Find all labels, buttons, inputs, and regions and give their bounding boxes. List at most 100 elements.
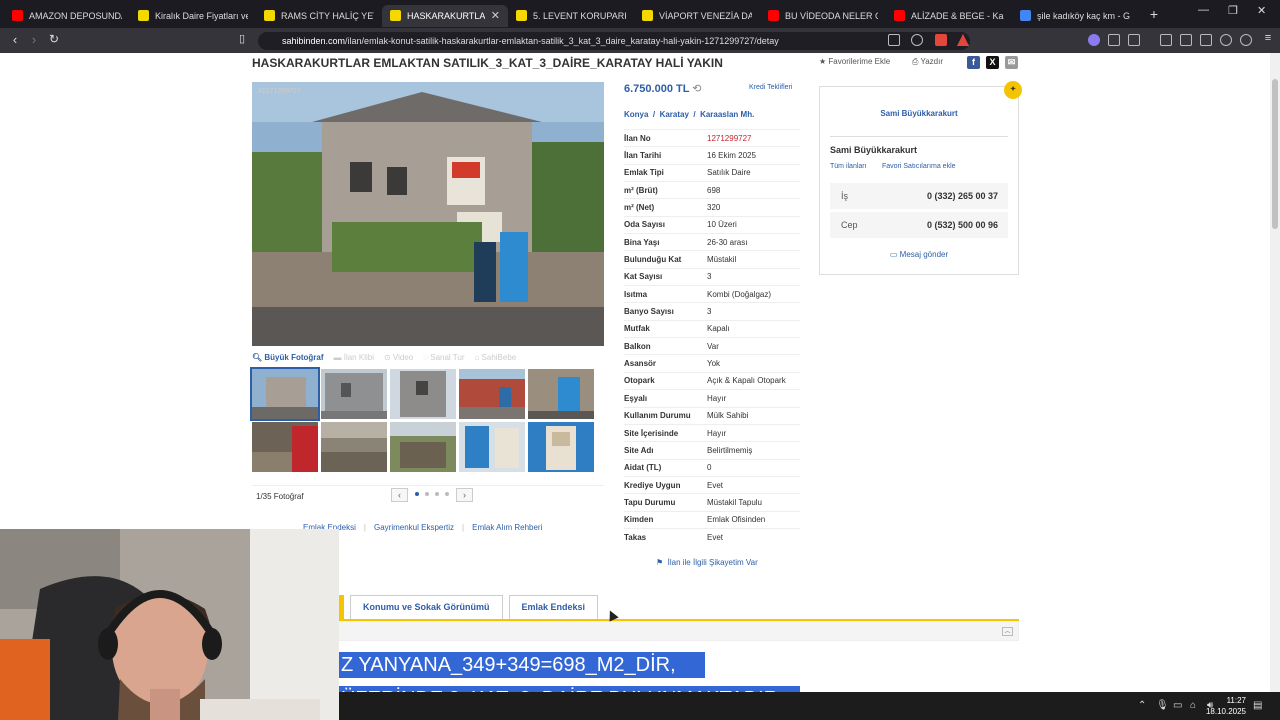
facebook-icon[interactable]: f: [967, 56, 980, 69]
tab-title: AMAZON DEPOSUNDA: [29, 10, 122, 21]
main-photo[interactable]: #1271299727: [252, 82, 604, 346]
browser-tab[interactable]: Kiralık Daire Fiyatları ve Ki: [130, 5, 256, 27]
property-row: İlan Tarihi 16 Ekim 2025: [624, 146, 800, 163]
reload-icon[interactable]: ↻: [44, 32, 64, 46]
notifications-icon[interactable]: ▤: [1253, 700, 1262, 711]
virtual-tour-tab[interactable]: ◌ Sanal Tur: [423, 353, 464, 362]
thumbnail[interactable]: [252, 422, 318, 472]
next-photo-button[interactable]: ›: [456, 488, 473, 502]
scrollbar-thumb[interactable]: [1272, 79, 1278, 229]
mic-icon[interactable]: 🎙︎: [1156, 700, 1169, 711]
prev-photo-button[interactable]: ‹: [391, 488, 408, 502]
link-gayrimenkul-ekspertiz[interactable]: Gayrimenkul Ekspertiz: [374, 523, 454, 532]
browser-tab[interactable]: RAMS CİTY HALİÇ YETKİLİ: [256, 5, 382, 27]
bookmark-icon[interactable]: ▯: [232, 32, 252, 45]
property-row: Otopark Açık & Kapalı Otopark: [624, 371, 800, 389]
favicon-icon: [12, 10, 23, 21]
location-city[interactable]: Konya: [624, 110, 648, 119]
network-icon[interactable]: ⌂: [1190, 700, 1196, 711]
browser-tab[interactable]: 5. LEVENT KORUPARK 1+: [508, 5, 634, 27]
close-window-button[interactable]: ✕: [1257, 4, 1266, 17]
favicon-icon: [642, 10, 653, 21]
video-tab[interactable]: ⊙ Video: [384, 353, 413, 362]
reader-icon[interactable]: [888, 34, 900, 46]
ai-icon[interactable]: [1220, 34, 1232, 46]
location-neighborhood[interactable]: Karaaslan Mh.: [700, 110, 754, 119]
sahibinden-tab[interactable]: ⌂ SahiBebe: [474, 353, 516, 362]
property-row: Emlak Tipi Satılık Daire: [624, 163, 800, 181]
thumbnail[interactable]: [250, 367, 320, 421]
thumbnail[interactable]: [390, 422, 456, 472]
vpn-icon[interactable]: [1240, 34, 1252, 46]
sidebar-icon[interactable]: [1180, 34, 1192, 46]
link-emlak-alim-rehberi[interactable]: Emlak Alım Rehberi: [472, 523, 542, 532]
thumbnail[interactable]: [528, 422, 594, 472]
tab-location-street-view[interactable]: Konumu ve Sokak Görünümü: [350, 595, 503, 619]
credit-offers-link[interactable]: Kredi Teklifleri: [749, 84, 792, 91]
thumbnail[interactable]: [321, 422, 387, 472]
browser-tab[interactable]: AMAZON DEPOSUNDA: [4, 5, 130, 27]
music-icon[interactable]: [1160, 34, 1172, 46]
thumbnail[interactable]: [459, 369, 525, 419]
browser-tab[interactable]: ALİZADE & BEGE - Kalbin: [886, 5, 1012, 27]
browser-tab[interactable]: HASKARAKURTLAR EM ✕: [382, 4, 508, 27]
pager-dot[interactable]: [445, 492, 449, 496]
thumbnail[interactable]: [390, 369, 456, 419]
browser-tab[interactable]: şile kadıköy kaç km - Goo: [1012, 5, 1138, 27]
big-photo-tab[interactable]: 🔍︎ Büyük Fotoğraf: [252, 353, 324, 362]
message-icon: ▭: [889, 250, 898, 259]
price-history-icon[interactable]: ⟲: [692, 83, 701, 95]
pager-dot[interactable]: [435, 492, 439, 496]
wallet-icon[interactable]: [1128, 34, 1140, 46]
display-icon[interactable]: ▭: [1173, 700, 1182, 711]
property-key: m² (Net): [624, 203, 655, 213]
menu-icon[interactable]: ≡: [1258, 32, 1278, 44]
new-tab-button[interactable]: +: [1144, 6, 1164, 22]
store-name[interactable]: Sami Büyükkarakurt: [820, 109, 1018, 118]
address-bar[interactable]: sahibinden.com/ilan/emlak-konut-satilik-…: [258, 32, 970, 50]
print-link[interactable]: ⎙ Yazdır: [912, 57, 943, 67]
leo-icon[interactable]: [1088, 34, 1100, 46]
send-message-button[interactable]: ▭ Mesaj gönder: [820, 250, 1018, 259]
thumbnail[interactable]: [459, 422, 525, 472]
close-tab-icon[interactable]: ✕: [491, 9, 500, 22]
all-listings-link[interactable]: Tüm ilanları: [830, 163, 867, 170]
thumbnail[interactable]: [528, 369, 594, 419]
sahibinden-label: SahiBebe: [481, 352, 517, 362]
location-district[interactable]: Karatay: [660, 110, 689, 119]
property-key: Eşyalı: [624, 393, 648, 403]
minimize-button[interactable]: —: [1198, 4, 1209, 16]
forward-icon[interactable]: ›: [24, 32, 44, 47]
thumbnail[interactable]: [321, 369, 387, 419]
clock[interactable]: 11:27 18.10.2025: [1206, 695, 1246, 717]
x-icon[interactable]: X: [986, 56, 999, 69]
pager-dot[interactable]: [425, 492, 429, 496]
share-icon[interactable]: [911, 34, 923, 46]
favorites-link[interactable]: ★ Favorilerime Ekle: [819, 57, 890, 66]
browser-tab[interactable]: VİAPORT VENEZİA DA EŞY: [634, 5, 760, 27]
collapse-icon[interactable]: ︿: [1002, 627, 1013, 636]
mail-icon[interactable]: ✉: [1005, 56, 1018, 69]
browser-tab[interactable]: BU VİDEODA NELER OLUY: [760, 5, 886, 27]
page-scrollbar[interactable]: [1270, 53, 1280, 692]
extensions-icon[interactable]: [1108, 34, 1120, 46]
pager-dot[interactable]: [415, 492, 419, 496]
back-icon[interactable]: ‹: [5, 32, 25, 47]
shield-icon[interactable]: [935, 34, 947, 46]
map-tab[interactable]: ▬ İlan Klibi: [334, 353, 374, 362]
wallet2-icon[interactable]: [1200, 34, 1212, 46]
property-key: Otopark: [624, 376, 655, 386]
webcam-feed: [0, 529, 339, 720]
property-row: Kat Sayısı 3: [624, 267, 800, 285]
gallery-tabs: 🔍︎ Büyük Fotoğraf ▬ İlan Klibi ⊙ Video ◌…: [252, 349, 604, 365]
tray-chevron-icon[interactable]: ⌃: [1138, 700, 1146, 711]
separator: |: [462, 523, 465, 532]
tab-title: Kiralık Daire Fiyatları ve Ki: [155, 10, 248, 21]
maximize-button[interactable]: ❐: [1228, 4, 1238, 17]
property-value: Evet: [707, 532, 724, 542]
complaint-link[interactable]: ⚑ İlan ile İlgili Şikayetim Var: [656, 558, 758, 567]
add-favorite-seller-link[interactable]: Favori Satıcılarıma ekle: [882, 163, 956, 170]
tab-emlak-endeksi[interactable]: Emlak Endeksi: [508, 595, 599, 619]
property-key: Kimden: [624, 515, 654, 525]
tab-title: RAMS CİTY HALİÇ YETKİLİ: [281, 10, 374, 21]
